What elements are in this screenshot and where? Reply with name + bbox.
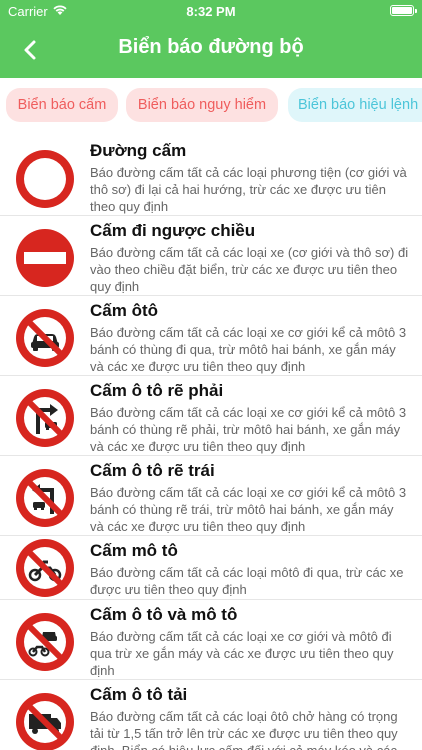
sign-title: Cấm ô tô và mô tô xyxy=(90,605,238,624)
no-right-turn-car-icon xyxy=(16,389,74,447)
page-title: Biển báo đường bộ xyxy=(118,36,304,58)
no-motorcycles-icon xyxy=(16,539,74,597)
sign-title: Cấm mô tô xyxy=(90,541,178,560)
no-cars-icon xyxy=(16,309,74,367)
sign-description: Báo đường cấm tất cả các loại ôtô chở hà… xyxy=(90,709,398,750)
battery-icon xyxy=(390,5,417,16)
sign-title: Đường cấm xyxy=(90,141,187,160)
list-item[interactable]: Đường cấm Báo đường cấm tất cả các loại … xyxy=(0,136,422,216)
no-entry-both-directions-icon xyxy=(16,150,74,208)
list-item[interactable]: Cấm ô tô tải Báo đường cấm tất cả các lo… xyxy=(0,680,422,750)
list-item[interactable]: Cấm ô tô rẽ phải Báo đường cấm tất cả cá… xyxy=(0,376,422,456)
list-item[interactable]: Cấm ô tô và mô tô Báo đường cấm tất cả c… xyxy=(0,600,422,680)
sign-description: Báo đường cấm tất cả các loại xe (cơ giớ… xyxy=(90,245,409,294)
sign-title: Cấm ô tô rẽ phải xyxy=(90,381,224,400)
status-bar: Carrier 8:32 PM xyxy=(0,0,422,22)
list-item[interactable]: Cấm đi ngược chiều Báo đường cấm tất cả … xyxy=(0,216,422,296)
tab-prohibition-signs[interactable]: Biển báo cấm xyxy=(6,88,118,122)
no-trucks-icon xyxy=(16,693,74,750)
list-item[interactable]: Cấm ôtô Báo đường cấm tất cả các loại xe… xyxy=(0,296,422,376)
tab-warning-signs[interactable]: Biển báo nguy hiểm xyxy=(126,88,278,122)
sign-title: Cấm ô tô rẽ trái xyxy=(90,461,215,480)
navigation-bar: Biển báo đường bộ xyxy=(0,22,422,78)
sign-description: Báo đường cấm tất cả các loại xe cơ giới… xyxy=(90,629,394,678)
no-entry-icon xyxy=(16,229,74,287)
sign-description: Báo đường cấm tất cả các loại phương tiệ… xyxy=(90,165,407,214)
no-cars-and-motorcycles-icon xyxy=(16,613,74,671)
status-time: 8:32 PM xyxy=(186,4,236,19)
sign-title: Cấm đi ngược chiều xyxy=(90,221,256,240)
list-item[interactable]: Cấm ô tô rẽ trái Báo đường cấm tất cả cá… xyxy=(0,456,422,536)
sign-description: Báo đường cấm tất cả các loại xe cơ giới… xyxy=(90,485,407,534)
sign-title: Cấm ôtô xyxy=(90,301,158,320)
tab-mandatory-signs[interactable]: Biển báo hiệu lệnh xyxy=(288,88,422,122)
sign-description: Báo đường cấm tất cả các loại xe cơ giới… xyxy=(90,325,407,374)
category-tabs: Biển báo cấm Biển báo nguy hiểm Biển báo… xyxy=(0,78,422,136)
sign-description: Báo đường cấm tất cả các loại môtô đi qu… xyxy=(90,565,404,597)
sign-title: Cấm ô tô tải xyxy=(90,685,188,704)
list-item[interactable]: Cấm mô tô Báo đường cấm tất cả các loại … xyxy=(0,536,422,600)
no-left-turn-car-icon xyxy=(16,469,74,527)
sign-description: Báo đường cấm tất cả các loại xe cơ giới… xyxy=(90,405,407,454)
